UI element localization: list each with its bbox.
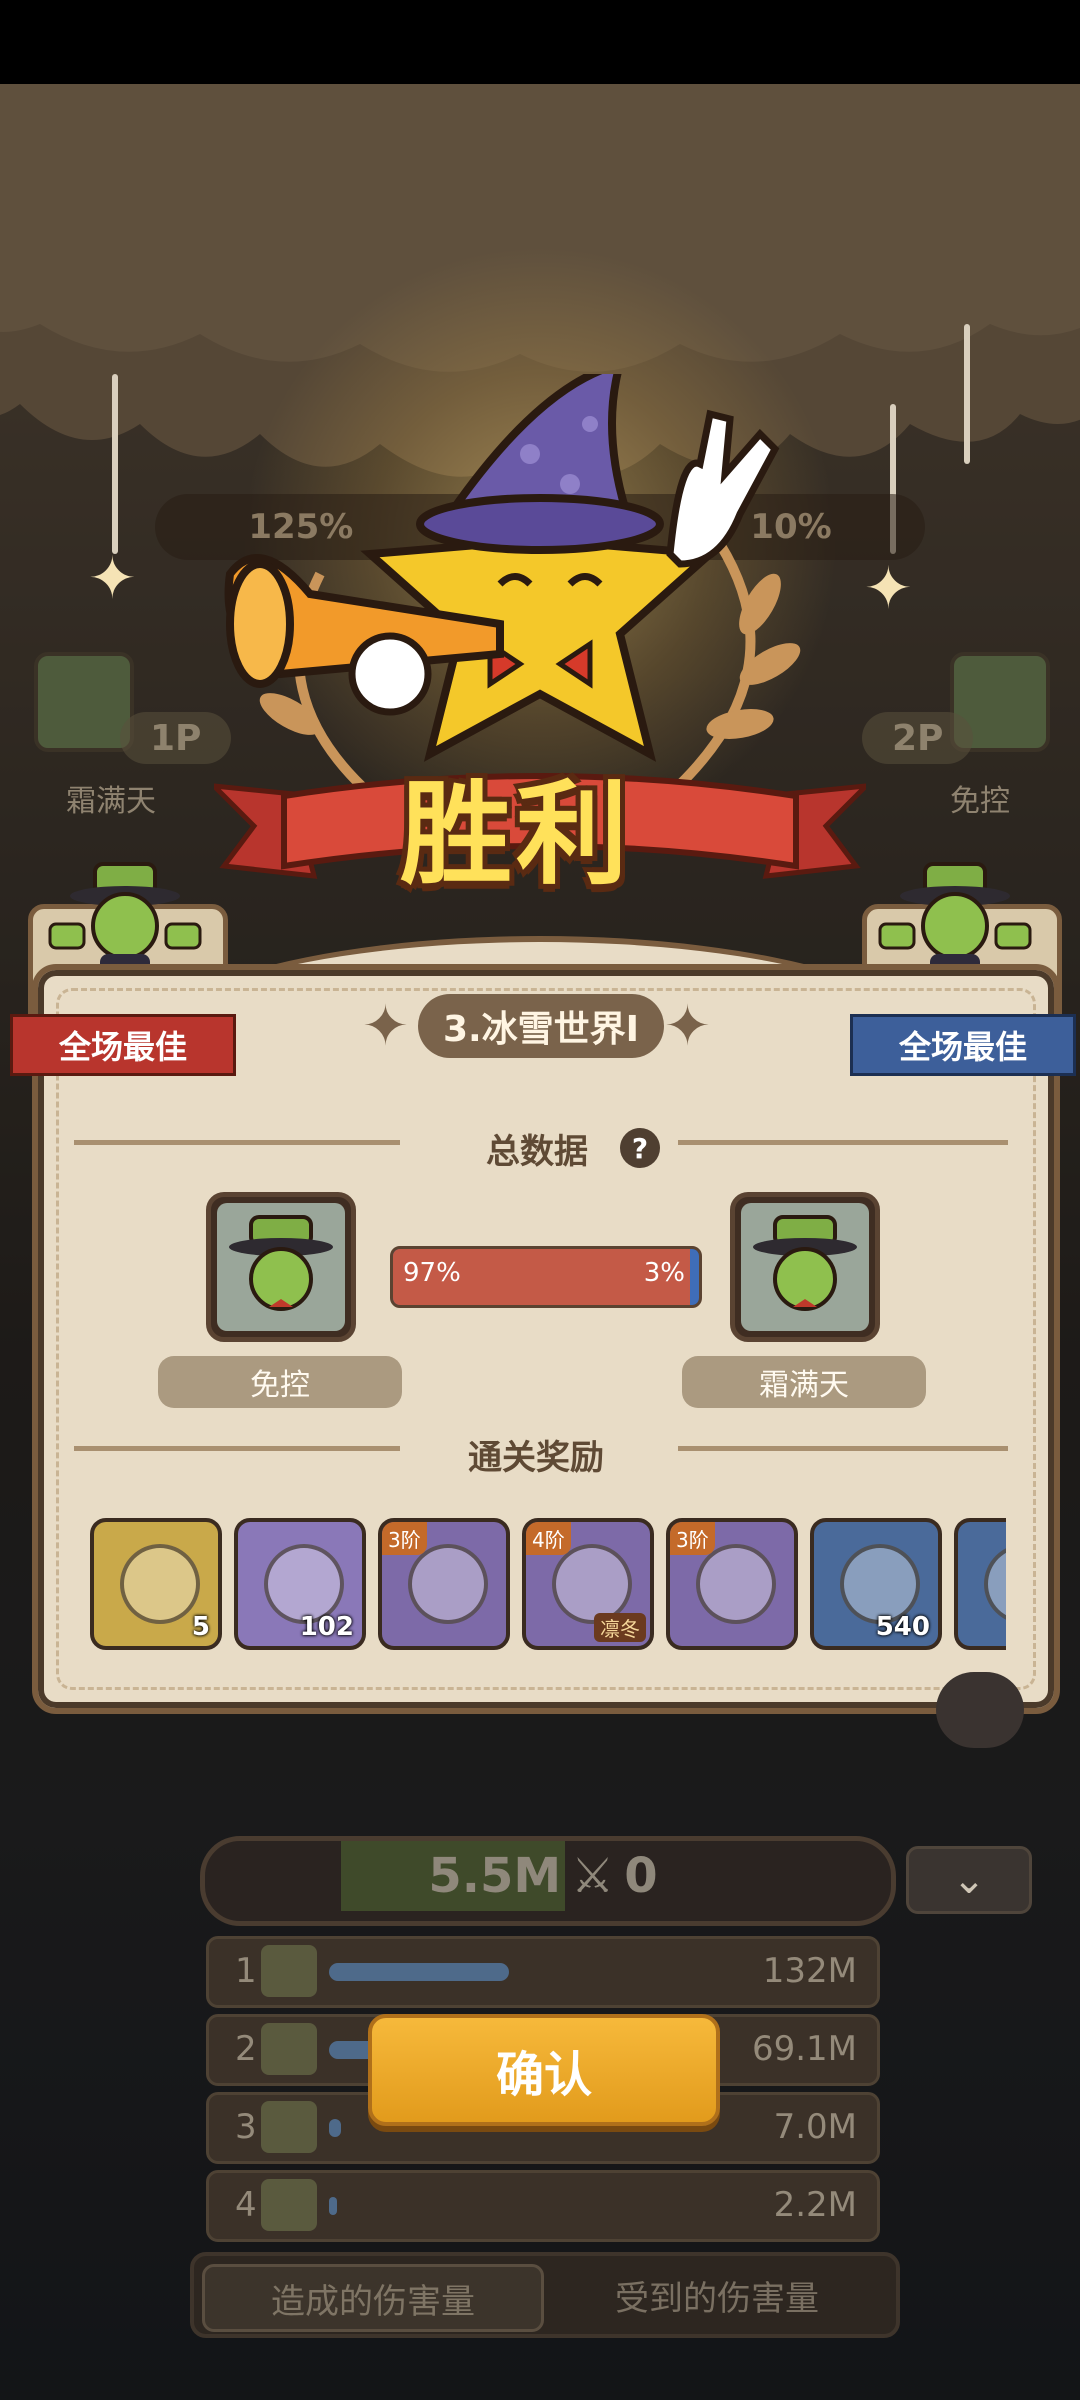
chat-bubble-button[interactable] <box>936 1672 1024 1748</box>
damage-row-bar <box>329 2197 337 2215</box>
reward-item[interactable] <box>954 1518 1006 1650</box>
reward-item[interactable]: 3阶 <box>378 1518 510 1650</box>
damage-rank: 4 <box>235 2185 257 2225</box>
damage-row-bar <box>329 1963 509 1981</box>
damage-row-value: 132M <box>762 1951 857 1991</box>
crossed-swords-icon: ⚔ <box>571 1848 615 1904</box>
confirm-button[interactable]: 确认 <box>368 2014 720 2126</box>
reward-count: 540 <box>875 1612 930 1642</box>
reward-item[interactable]: 4阶凛冬 <box>522 1518 654 1650</box>
damage-row-value: 69.1M <box>751 2029 857 2069</box>
damage-rank: 1 <box>235 1951 257 1991</box>
damage-rank: 3 <box>235 2107 257 2147</box>
damage-row-bar <box>329 2119 341 2137</box>
reward-tier: 3阶 <box>382 1522 427 1555</box>
winged-boot-icon <box>552 1544 632 1624</box>
reward-count: 5 <box>191 1612 210 1642</box>
damage-rank: 2 <box>235 2029 257 2069</box>
game-stage: ✦ ✦ 125% 7 10% 1P 霜满天 2P 免控 <box>0 84 1080 2400</box>
damage-row: 1 132M <box>206 1936 880 2008</box>
reward-count: 102 <box>299 1612 354 1642</box>
reward-item[interactable]: 540 <box>810 1518 942 1650</box>
damage-row: 4 2.2M <box>206 2170 880 2242</box>
reward-tier: 4阶 <box>526 1522 571 1555</box>
tab-damage-dealt[interactable]: 造成的伤害量 <box>202 2264 544 2332</box>
rewards-list: 5 102 3阶 4阶凛冬 3阶 540 <box>90 84 1006 1684</box>
reward-item[interactable]: 5 <box>90 1518 222 1650</box>
reward-tier: 3阶 <box>670 1522 715 1555</box>
damage-tabs: 造成的伤害量 受到的伤害量 <box>190 2252 900 2338</box>
reward-item[interactable]: 3阶 <box>666 1518 798 1650</box>
unit-icon <box>261 2179 317 2231</box>
chevron-down-icon[interactable]: ⌄ <box>906 1846 1032 1914</box>
unit-icon <box>261 1945 317 1997</box>
damage-row-value: 7.0M <box>773 2107 857 2147</box>
spinner-icon <box>120 1544 200 1624</box>
cloak-icon <box>696 1544 776 1624</box>
damage-right-total: 0 <box>624 1848 658 1904</box>
damage-summary: 5.5M ⚔ 0 <box>200 1836 886 1916</box>
damage-row-value: 2.2M <box>773 2185 857 2225</box>
damage-left-total: 5.5M <box>428 1848 562 1904</box>
coin-partial-icon <box>984 1544 1006 1624</box>
unit-icon <box>261 2101 317 2153</box>
tab-damage-taken[interactable]: 受到的伤害量 <box>546 2264 888 2326</box>
reward-set-tag: 凛冬 <box>594 1613 646 1642</box>
unit-icon <box>261 2023 317 2075</box>
boot-icon <box>408 1544 488 1624</box>
reward-item[interactable]: 102 <box>234 1518 366 1650</box>
